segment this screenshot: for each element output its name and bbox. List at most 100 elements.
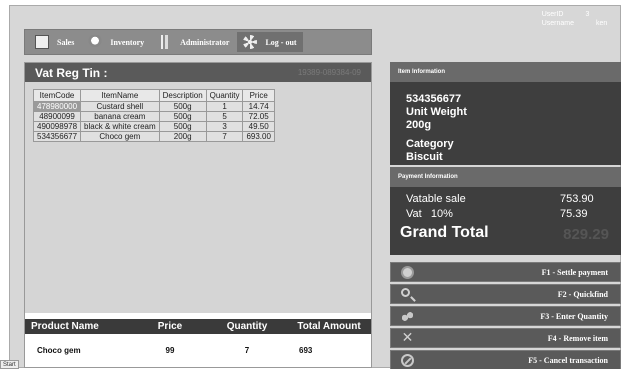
category-value: Biscuit [406, 151, 443, 163]
logout-icon [243, 35, 258, 49]
start-button[interactable]: Start [0, 360, 19, 369]
col-itemcode[interactable]: ItemCode [32, 89, 82, 102]
cancel-icon [401, 354, 414, 367]
cell-itemname: black & white cream [80, 121, 160, 132]
username-label: Username [541, 20, 574, 27]
payment-info-header: Payment Information [390, 167, 621, 187]
cell-itemname: banana cream [80, 111, 160, 122]
info-panel: Item Information 534356677 Unit Weight 2… [390, 62, 621, 369]
cell-price: 49.50 [242, 121, 275, 132]
product-total-value: 693 [299, 346, 313, 355]
cell-description: 500g [158, 101, 207, 112]
cell-itemcode: 48900099 [32, 111, 82, 122]
quantity-icon [401, 310, 414, 323]
product-summary: Product Name Price Quantity Total Amount… [25, 319, 371, 367]
table-header-row: ItemCode ItemName Description Quantity P… [32, 89, 275, 102]
quantity-header: Quantity [226, 321, 268, 332]
vat-reg-label: Vat Reg Tin : [35, 65, 108, 80]
cancel-transaction-button[interactable]: F5 - Cancel transaction [390, 350, 621, 369]
table-row[interactable]: 534356677 Choco gem 200g 7 693.00 [32, 131, 275, 142]
col-quantity[interactable]: Quantity [205, 89, 244, 102]
col-price[interactable]: Price [242, 89, 275, 102]
cell-itemcode: 478980000 [32, 101, 82, 112]
total-amount-header: Total Amount [297, 321, 361, 332]
quickfind-button[interactable]: F2 - Quickfind [390, 284, 621, 304]
col-description[interactable]: Description [158, 89, 207, 102]
enter-quantity-button[interactable]: F3 - Enter Quantity [390, 306, 621, 326]
items-area: ItemCode ItemName Description Quantity P… [25, 82, 371, 313]
price-header: Price [157, 321, 183, 332]
inventory-icon [88, 35, 103, 49]
table-row[interactable]: 48900099 banana cream 500g 5 72.05 [32, 111, 275, 122]
cell-itemname: Choco gem [80, 131, 160, 142]
grand-total-label: Grand Total [400, 224, 489, 241]
sales-button[interactable]: Sales [29, 32, 80, 52]
col-itemname[interactable]: ItemName [80, 89, 160, 102]
userid-value: 3 [585, 11, 590, 18]
cell-quantity: 7 [205, 131, 244, 142]
unit-weight-label: Unit Weight [406, 106, 467, 118]
sales-panel: Vat Reg Tin : 19389-089384-09 ItemCode I… [24, 62, 372, 368]
cell-itemname: Custard shell [80, 101, 160, 112]
table-row[interactable]: 490098978 black & white cream 500g 3 49.… [32, 121, 275, 132]
remove-icon: ✕ [401, 330, 414, 346]
cell-itemcode: 534356677 [32, 131, 82, 142]
cell-quantity: 3 [205, 121, 244, 132]
cancel-transaction-label: F5 - Cancel transaction [528, 355, 608, 365]
product-name-value: Choco gem [37, 346, 81, 355]
product-quantity-value: 7 [244, 346, 250, 355]
inventory-button[interactable]: Inventory [82, 32, 150, 52]
settle-payment-button[interactable]: F1 - Settle payment [390, 262, 621, 282]
cell-description: 200g [158, 131, 207, 142]
cell-quantity: 1 [205, 101, 244, 112]
userid-label: UserID [541, 11, 564, 18]
vat-label: Vat 10% [406, 207, 453, 220]
sales-label: Sales [57, 37, 75, 47]
product-summary-header: Product Name Price Quantity Total Amount [25, 319, 371, 334]
magnifier-icon [401, 288, 410, 297]
vat-row: Vat 10% 75.39 [406, 206, 621, 221]
unit-weight-value: 200g [406, 119, 432, 131]
administrator-label: Administrator [180, 37, 230, 47]
document-icon [35, 35, 49, 49]
product-price-value: 99 [165, 346, 175, 355]
grand-total-value: 829.29 [563, 226, 609, 243]
vatable-row: Vatable sale 753.90 [406, 191, 621, 206]
calculator-icon [401, 266, 414, 279]
settle-payment-label: F1 - Settle payment [541, 267, 608, 277]
vatable-value: 753.90 [560, 192, 594, 205]
items-table[interactable]: ItemCode ItemName Description Quantity P… [32, 89, 275, 142]
logout-button[interactable]: Log - out [237, 32, 303, 52]
pos-window: UserID 3 Username ken Sales Inventory Admi… [9, 5, 621, 369]
item-code: 534356677 [406, 93, 462, 105]
cell-price: 72.05 [242, 111, 275, 122]
cell-price: 14.74 [242, 101, 275, 112]
inventory-label: Inventory [110, 37, 145, 47]
item-info-header: Item Information [390, 62, 621, 82]
user-info: UserID 3 Username ken [541, 10, 608, 28]
table-row[interactable]: 478980000 Custard shell 500g 1 14.74 [32, 101, 275, 112]
product-summary-row: Choco gem 99 7 693 [25, 334, 371, 367]
enter-quantity-label: F3 - Enter Quantity [540, 311, 608, 321]
vat-value: 75.39 [560, 207, 588, 220]
payment-info: Vatable sale 753.90 Vat 10% 75.39 Grand … [390, 187, 621, 255]
category-label: Category [406, 138, 454, 150]
item-info: 534356677 Unit Weight 200g Category Bisc… [390, 82, 621, 165]
cell-itemcode: 490098978 [32, 121, 82, 132]
vatable-label: Vatable sale [406, 192, 466, 205]
product-name-header: Product Name [31, 321, 99, 332]
quickfind-label: F2 - Quickfind [557, 289, 608, 299]
logout-label: Log - out [265, 37, 297, 47]
cell-description: 500g [158, 111, 207, 122]
administrator-button[interactable]: Administrator [152, 32, 235, 52]
function-keys: F1 - Settle payment F2 - Quickfind F3 - … [390, 262, 621, 369]
vat-reg-value: 19389-089384-09 [297, 68, 361, 77]
cell-quantity: 5 [205, 111, 244, 122]
main-toolbar: Sales Inventory Administrator Log - out [24, 29, 372, 55]
vat-bar: Vat Reg Tin : 19389-089384-09 [25, 63, 371, 82]
cell-price: 693.00 [242, 131, 275, 142]
admin-icon [158, 35, 173, 49]
remove-item-button[interactable]: ✕ F4 - Remove item [390, 328, 621, 348]
remove-item-label: F4 - Remove item [547, 333, 608, 343]
username-value: ken [596, 20, 608, 27]
